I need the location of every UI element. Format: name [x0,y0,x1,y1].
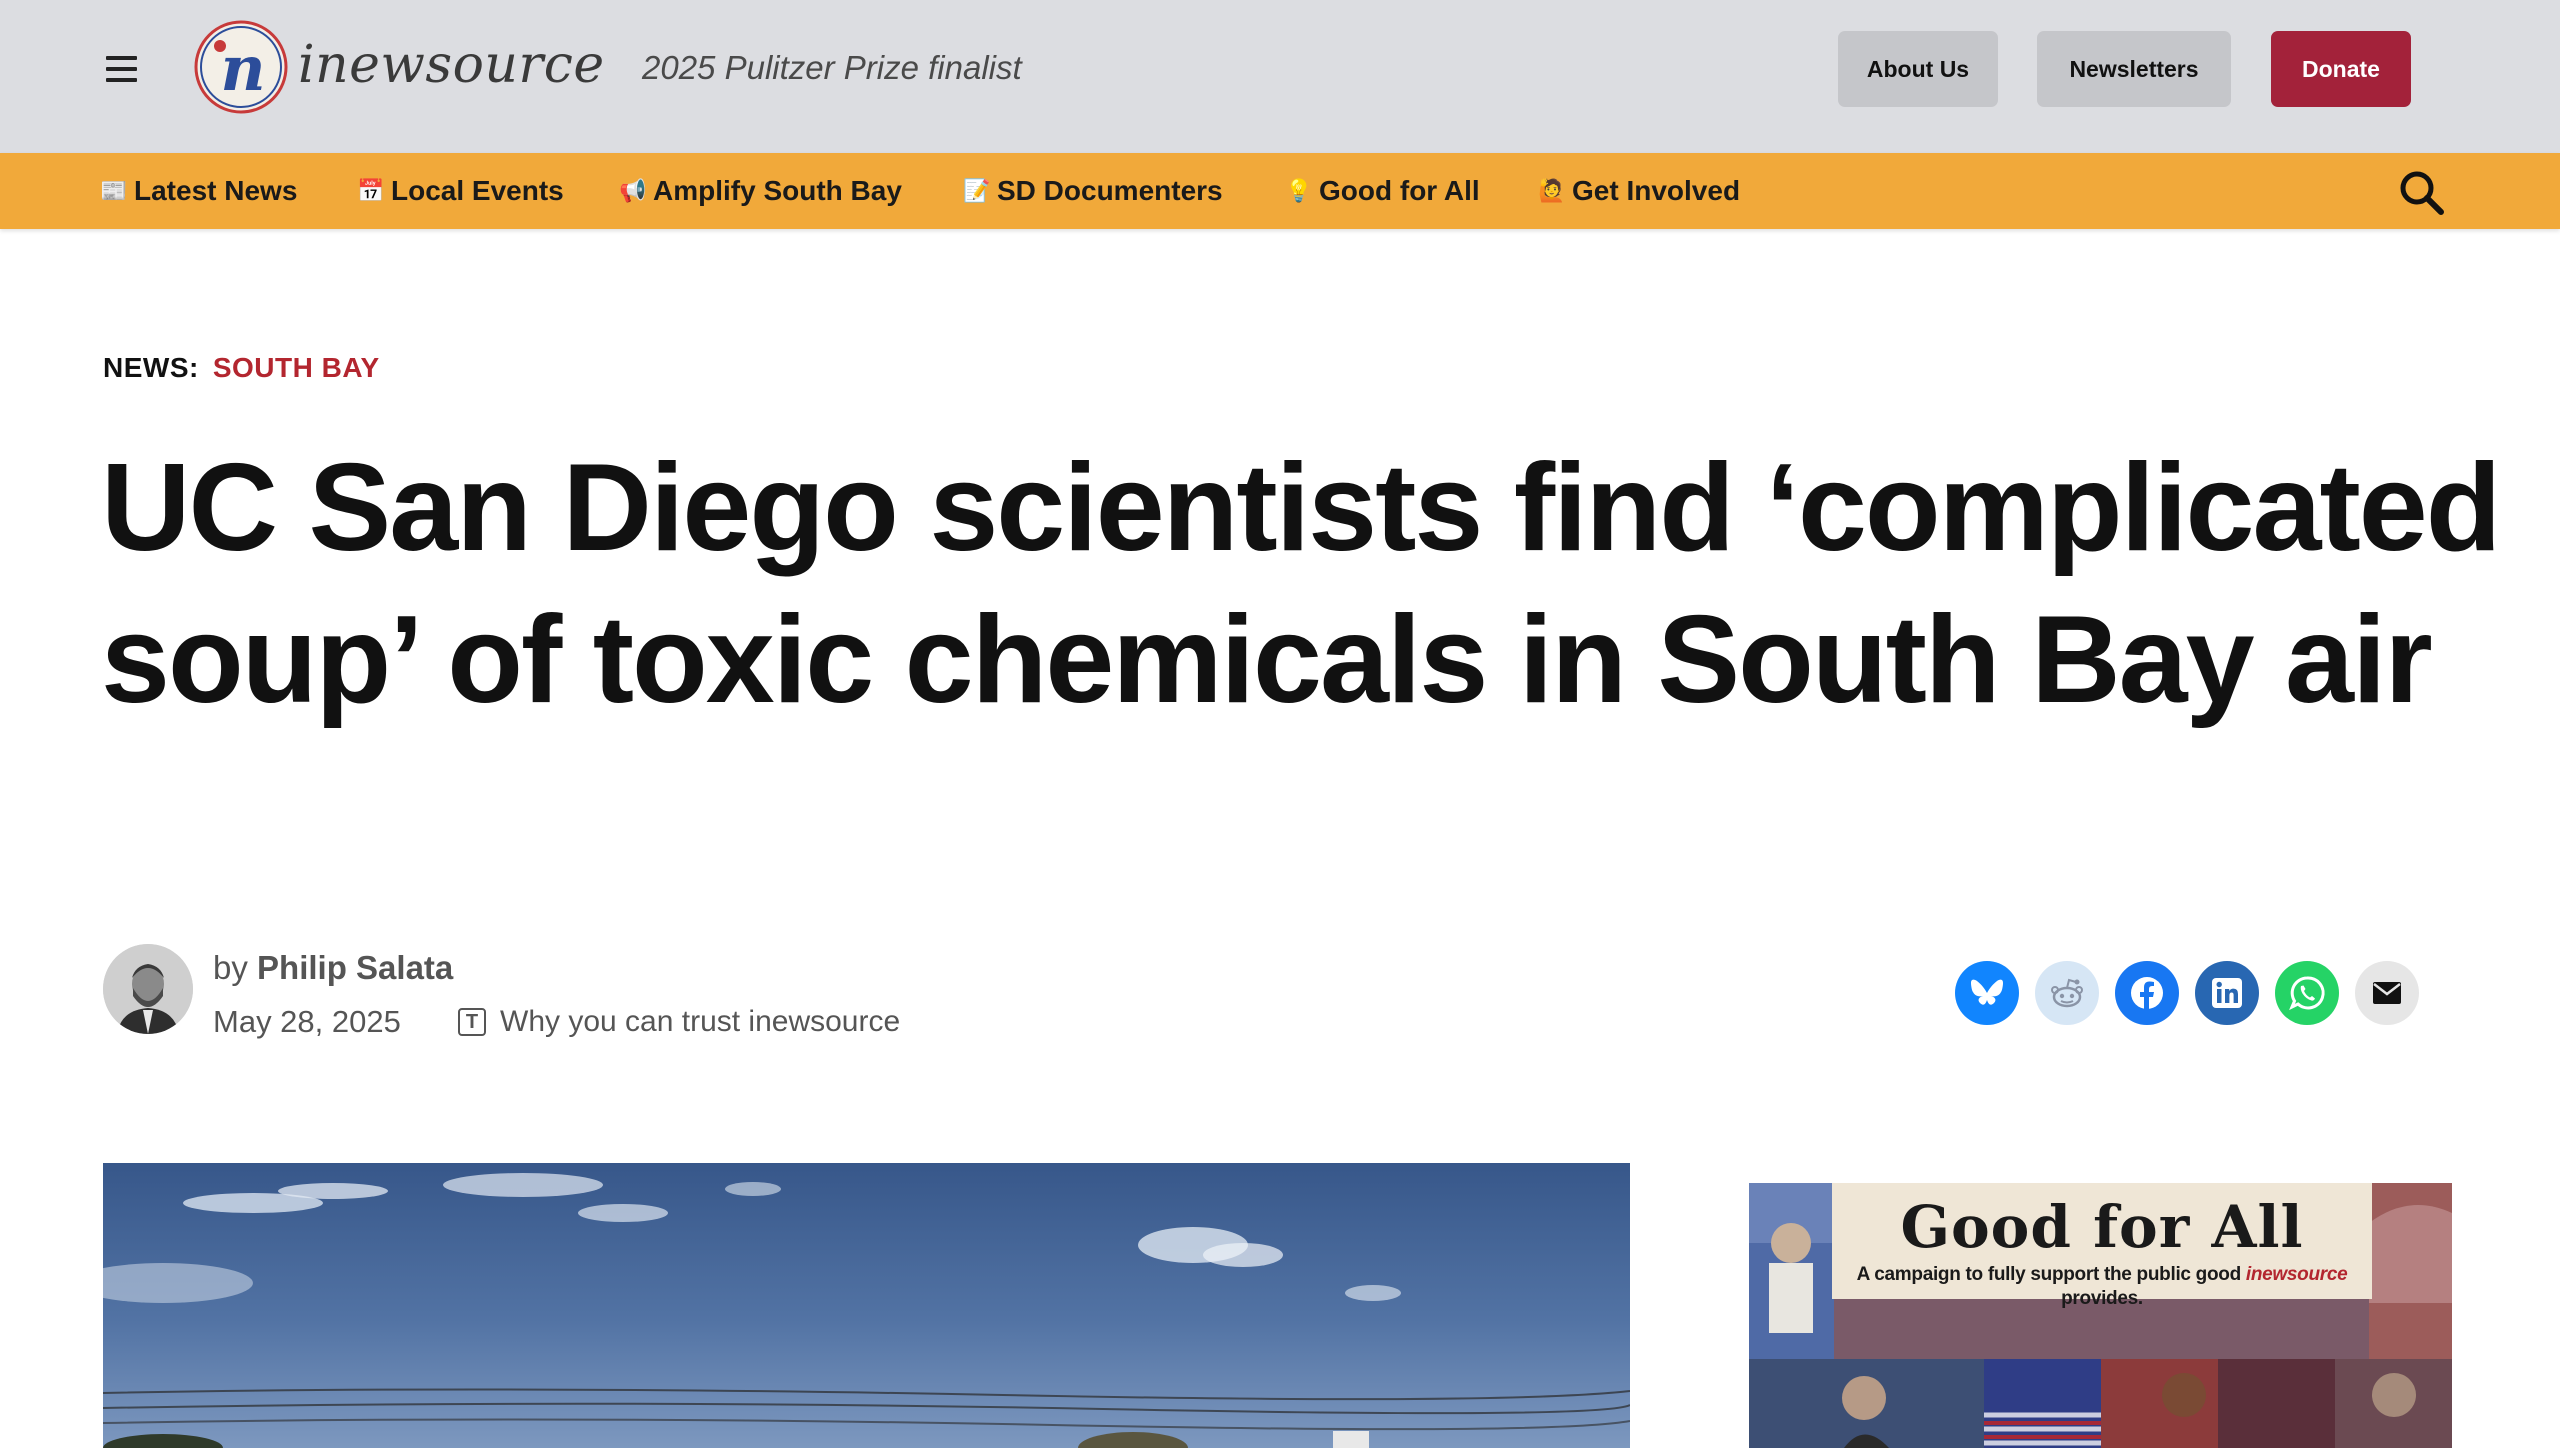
linkedin-icon[interactable] [2195,961,2259,1025]
nav-item-latest-news[interactable]: 📰 Latest News [100,153,297,229]
nav-item-good-for-all[interactable]: 💡 Good for All [1285,153,1480,229]
byline: by Philip Salata [213,946,453,990]
nav-item-label: SD Documenters [997,175,1223,206]
logo-wordmark[interactable]: inewsource [298,30,605,100]
nav-item-sd-documenters[interactable]: 📝 SD Documenters [963,153,1223,229]
calendar-icon: 📅 [357,178,385,203]
search-icon[interactable] [2396,167,2448,219]
author-link[interactable]: Philip Salata [257,949,453,986]
reddit-icon[interactable] [2035,961,2099,1025]
byline-prefix: by [213,949,248,986]
nav-item-local-events[interactable]: 📅 Local Events [357,153,564,229]
facebook-icon[interactable] [2115,961,2179,1025]
nav-item-get-involved[interactable]: 🙋 Get Involved [1538,153,1740,229]
tagline: 2025 Pulitzer Prize finalist [642,49,1022,86]
site-header: n inewsource 2025 Pulitzer Prize finalis… [0,0,2560,153]
publish-date: May 28, 2025 [213,1004,401,1039]
memo-icon: 📝 [963,178,991,203]
nav-item-label: Latest News [134,175,298,206]
kicker-label: NEWS: [103,352,199,383]
whatsapp-icon[interactable] [2275,961,2339,1025]
nav-item-label: Local Events [391,175,564,206]
newspaper-icon: 📰 [100,178,128,203]
megaphone-icon: 📢 [619,178,647,203]
nav-item-label: Amplify South Bay [653,175,902,206]
category-nav: 📰 Latest News 📅 Local Events 📢 Amplify S… [0,153,2560,229]
good-for-all-promo[interactable]: Good for All A campaign to fully support… [1749,1183,2452,1448]
nav-item-label: Good for All [1319,175,1480,206]
promo-card: Good for All A campaign to fully support… [1832,1183,2372,1309]
trust-link[interactable]: T Why you can trust inewsource [458,1000,900,1044]
newsletters-button[interactable]: Newsletters [2037,31,2231,107]
logo-icon[interactable]: n [194,20,288,114]
kicker-category-link[interactable]: SOUTH BAY [213,348,380,388]
nav-item-amplify-south-bay[interactable]: 📢 Amplify South Bay [619,153,902,229]
about-us-button[interactable]: About Us [1838,31,1998,107]
logo-letter: n [220,32,265,105]
hero-photo [103,1163,1630,1448]
menu-icon[interactable] [104,54,140,84]
lightbulb-icon: 💡 [1285,178,1313,203]
promo-title: Good for All [1900,1193,2304,1261]
raised-hand-icon: 🙋 [1538,178,1566,203]
donate-button[interactable]: Donate [2271,31,2411,107]
nav-item-label: Get Involved [1572,175,1741,206]
hero-image [103,1163,1630,1448]
article-kicker: NEWS: SOUTH BAY [103,348,380,388]
author-avatar[interactable] [103,944,193,1034]
promo-subtitle: A campaign to fully support the public g… [1856,1264,2348,1309]
email-icon[interactable] [2355,961,2419,1025]
bluesky-icon[interactable] [1955,961,2019,1025]
article-headline: UC San Diego scientists find ‘complicate… [101,439,2501,729]
trust-link-label: Why you can trust inewsource [500,1005,901,1038]
author-photo [103,944,193,1034]
trust-icon: T [458,1008,486,1036]
